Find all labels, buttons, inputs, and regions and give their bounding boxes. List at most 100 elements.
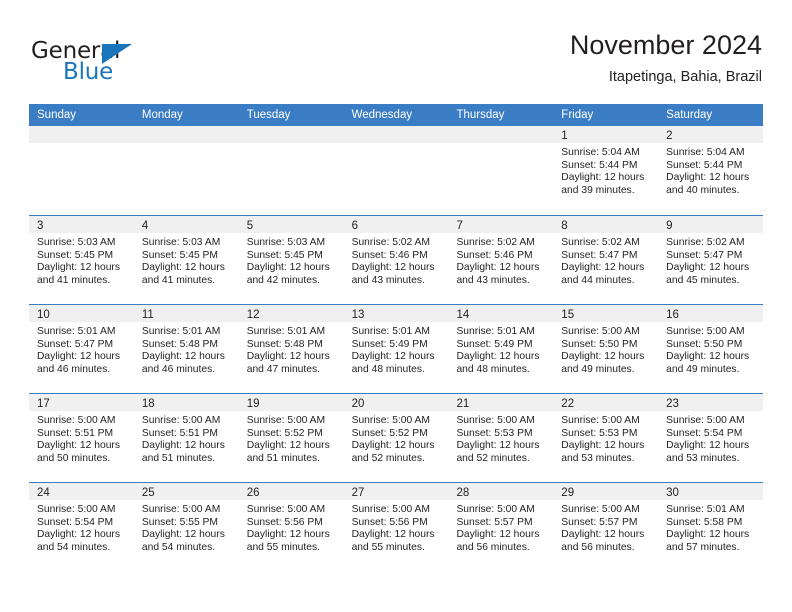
- day-number-strip: [448, 126, 554, 143]
- weekday-header-tuesday: Tuesday: [246, 109, 291, 121]
- sunset-text: Sunset: 5:44 PM: [666, 159, 743, 171]
- day-number-strip: 11: [133, 305, 239, 322]
- sunrise-text: Sunrise: 5:00 AM: [246, 415, 326, 426]
- daylight-text-line1: Daylight: 12 hours: [456, 351, 540, 363]
- day-cell[interactable]: 23 Sunrise: 5:00 AM Sunset: 5:54 PM Dayligh…: [658, 394, 764, 482]
- day-number-strip: 12: [238, 305, 344, 322]
- sunset-text: Sunset: 5:58 PM: [666, 516, 743, 528]
- day-sun-info: Sunrise: 5:00 AM Sunset: 5:57 PM Daylight:…: [448, 500, 553, 554]
- day-sun-info: Sunrise: 5:03 AM Sunset: 5:45 PM Daylight:…: [29, 233, 134, 287]
- day-cell[interactable]: 18 Sunrise: 5:00 AM Sunset: 5:51 PM Dayligh…: [133, 394, 239, 482]
- sunrise-text: Sunrise: 5:02 AM: [561, 237, 640, 248]
- day-cell[interactable]: 29 Sunrise: 5:00 AM Sunset: 5:57 PM Dayligh…: [553, 483, 659, 571]
- day-cell[interactable]: 5 Sunrise: 5:03 AM Sunset: 5:45 PM Daylight…: [238, 216, 344, 304]
- daylight-text-line1: Daylight: 12 hours: [351, 262, 435, 274]
- day-cell[interactable]: 16 Sunrise: 5:00 AM Sunset: 5:50 PM Dayligh…: [658, 305, 764, 393]
- daylight-text-line2: and 51 minutes.: [246, 452, 320, 464]
- day-number-strip: 23: [658, 394, 764, 411]
- day-number-strip: [133, 126, 239, 143]
- sunrise-text: Sunrise: 5:00 AM: [456, 504, 535, 515]
- sunset-text: Sunset: 5:54 PM: [666, 427, 743, 439]
- day-cell[interactable]: 25 Sunrise: 5:00 AM Sunset: 5:55 PM Dayligh…: [133, 483, 239, 571]
- day-cell[interactable]: 4 Sunrise: 5:03 AM Sunset: 5:45 PM Daylight…: [133, 216, 239, 304]
- daylight-text-line1: Daylight: 12 hours: [141, 351, 225, 363]
- sunset-text: Sunset: 5:50 PM: [666, 338, 743, 350]
- sunrise-text: Sunrise: 5:00 AM: [561, 326, 640, 337]
- sunrise-text: Sunrise: 5:00 AM: [351, 504, 430, 515]
- day-cell[interactable]: 7 Sunrise: 5:02 AM Sunset: 5:46 PM Daylight…: [448, 216, 554, 304]
- day-cell[interactable]: 2 Sunrise: 5:04 AM Sunset: 5:44 PM Daylight…: [658, 126, 764, 215]
- weekday-header-friday: Friday: [561, 109, 594, 121]
- day-number: 27: [351, 487, 365, 499]
- day-number-strip: 1: [553, 126, 659, 143]
- day-cell[interactable]: 6 Sunrise: 5:02 AM Sunset: 5:46 PM Daylight…: [343, 216, 449, 304]
- sunset-text: Sunset: 5:50 PM: [561, 338, 638, 350]
- daylight-text-line1: Daylight: 12 hours: [246, 262, 330, 274]
- daylight-text-line2: and 44 minutes.: [561, 274, 635, 286]
- daylight-text-line2: and 49 minutes.: [666, 363, 740, 375]
- day-number-strip: 14: [448, 305, 554, 322]
- daylight-text-line2: and 49 minutes.: [561, 363, 635, 375]
- daylight-text-line2: and 54 minutes.: [37, 541, 111, 553]
- day-sun-info: Sunrise: 5:00 AM Sunset: 5:57 PM Daylight:…: [553, 500, 658, 554]
- calendar-grid: Sunday Monday Tuesday Wednesday Thursday…: [29, 104, 764, 571]
- day-cell[interactable]: 21 Sunrise: 5:00 AM Sunset: 5:53 PM Dayligh…: [448, 394, 554, 482]
- daylight-text-line1: Daylight: 12 hours: [666, 529, 750, 541]
- day-sun-info: Sunrise: 5:00 AM Sunset: 5:51 PM Daylight:…: [134, 411, 239, 465]
- sunrise-text: Sunrise: 5:00 AM: [666, 415, 745, 426]
- day-cell-empty: [29, 126, 134, 215]
- daylight-text-line1: Daylight: 12 hours: [666, 262, 750, 274]
- daylight-text-line1: Daylight: 12 hours: [351, 529, 435, 541]
- day-number-strip: 19: [238, 394, 344, 411]
- calendar-page: General Blue November 2024 Itapetinga, B…: [0, 0, 792, 612]
- day-cell[interactable]: 1 Sunrise: 5:04 AM Sunset: 5:44 PM Daylight…: [553, 126, 659, 215]
- day-sun-info: Sunrise: 5:00 AM Sunset: 5:51 PM Daylight:…: [29, 411, 134, 465]
- day-cell[interactable]: 26 Sunrise: 5:00 AM Sunset: 5:56 PM Dayligh…: [238, 483, 344, 571]
- day-number-strip: 18: [133, 394, 239, 411]
- sunset-text: Sunset: 5:45 PM: [246, 249, 323, 261]
- weekday-header-thursday: Thursday: [456, 109, 505, 121]
- daylight-text-line2: and 48 minutes.: [351, 363, 425, 375]
- day-cell[interactable]: 20 Sunrise: 5:00 AM Sunset: 5:52 PM Dayligh…: [343, 394, 449, 482]
- sunrise-text: Sunrise: 5:00 AM: [561, 504, 640, 515]
- day-cell-empty: [238, 126, 344, 215]
- day-cell[interactable]: 13 Sunrise: 5:01 AM Sunset: 5:49 PM Dayligh…: [343, 305, 449, 393]
- sunset-text: Sunset: 5:46 PM: [456, 249, 533, 261]
- sunset-text: Sunset: 5:52 PM: [246, 427, 323, 439]
- day-cell[interactable]: 12 Sunrise: 5:01 AM Sunset: 5:48 PM Dayligh…: [238, 305, 344, 393]
- sunset-text: Sunset: 5:51 PM: [141, 427, 218, 439]
- day-cell[interactable]: 3 Sunrise: 5:03 AM Sunset: 5:45 PM Daylight…: [29, 216, 134, 304]
- day-number: 20: [351, 398, 365, 410]
- day-sun-info: Sunrise: 5:01 AM Sunset: 5:48 PM Daylight:…: [134, 322, 239, 376]
- day-sun-info: Sunrise: 5:00 AM Sunset: 5:55 PM Daylight:…: [134, 500, 239, 554]
- title-block: November 2024 Itapetinga, Bahia, Brazil: [570, 28, 762, 88]
- day-cell[interactable]: 22 Sunrise: 5:00 AM Sunset: 5:53 PM Dayligh…: [553, 394, 659, 482]
- day-number-strip: [238, 126, 344, 143]
- day-number-strip: 26: [238, 483, 344, 500]
- day-number: 26: [246, 487, 260, 499]
- day-number-strip: 30: [658, 483, 764, 500]
- day-cell[interactable]: 27 Sunrise: 5:00 AM Sunset: 5:56 PM Dayligh…: [343, 483, 449, 571]
- general-blue-logo[interactable]: General Blue: [30, 34, 180, 90]
- sunset-text: Sunset: 5:56 PM: [351, 516, 428, 528]
- day-sun-info: Sunrise: 5:02 AM Sunset: 5:47 PM Daylight:…: [658, 233, 763, 287]
- daylight-text-line2: and 41 minutes.: [141, 274, 216, 286]
- day-cell[interactable]: 11 Sunrise: 5:01 AM Sunset: 5:48 PM Dayligh…: [133, 305, 239, 393]
- day-cell[interactable]: 8 Sunrise: 5:02 AM Sunset: 5:47 PM Daylight…: [553, 216, 659, 304]
- day-cell[interactable]: 10 Sunrise: 5:01 AM Sunset: 5:47 PM Dayligh…: [29, 305, 134, 393]
- daylight-text-line2: and 56 minutes.: [456, 541, 530, 553]
- day-cell[interactable]: 17 Sunrise: 5:00 AM Sunset: 5:51 PM Dayligh…: [29, 394, 134, 482]
- weeks-container: 1 Sunrise: 5:04 AM Sunset: 5:44 PM Daylight…: [29, 126, 764, 571]
- day-cell[interactable]: 19 Sunrise: 5:00 AM Sunset: 5:52 PM Dayligh…: [238, 394, 344, 482]
- day-cell[interactable]: 15 Sunrise: 5:00 AM Sunset: 5:50 PM Dayligh…: [553, 305, 659, 393]
- page-subtitle: Itapetinga, Bahia, Brazil: [608, 69, 762, 85]
- day-cell[interactable]: 30 Sunrise: 5:01 AM Sunset: 5:58 PM Dayligh…: [658, 483, 764, 571]
- day-cell[interactable]: 14 Sunrise: 5:01 AM Sunset: 5:49 PM Dayligh…: [448, 305, 554, 393]
- daylight-text-line1: Daylight: 12 hours: [37, 529, 120, 541]
- day-cell[interactable]: 24 Sunrise: 5:00 AM Sunset: 5:54 PM Dayligh…: [29, 483, 134, 571]
- sunset-text: Sunset: 5:51 PM: [37, 427, 114, 439]
- day-cell[interactable]: 9 Sunrise: 5:02 AM Sunset: 5:47 PM Daylight…: [658, 216, 764, 304]
- daylight-text-line1: Daylight: 12 hours: [561, 529, 645, 541]
- day-cell[interactable]: 28 Sunrise: 5:00 AM Sunset: 5:57 PM Dayligh…: [448, 483, 554, 571]
- daylight-text-line2: and 41 minutes.: [37, 274, 111, 286]
